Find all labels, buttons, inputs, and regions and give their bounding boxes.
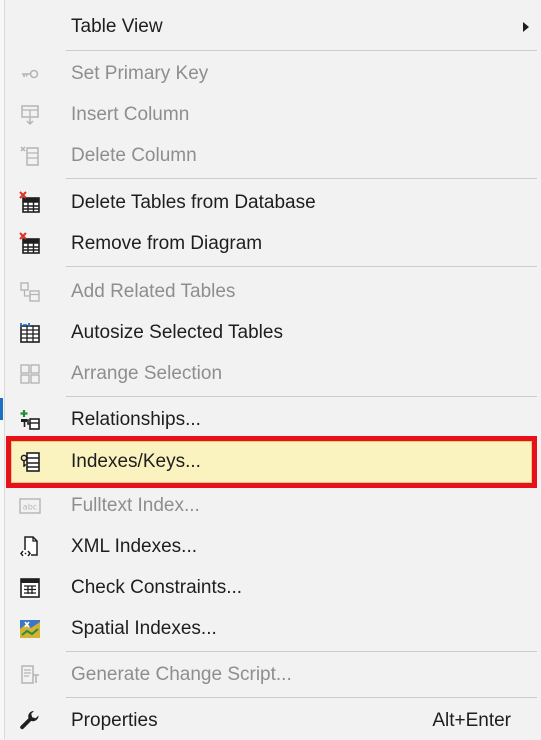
indexes-keys-icon [18,450,42,474]
menu-separator [66,396,537,397]
menu-item-delete-tables-from-database[interactable]: Delete Tables from Database [6,184,537,222]
delete-column-icon [18,144,42,168]
wrench-icon [18,709,42,733]
menu-item-label: Relationships... [71,409,201,430]
menu-item-indexes-keys[interactable]: Indexes/Keys... [6,443,537,481]
menu-separator [66,178,537,179]
key-icon [18,62,42,86]
menu-separator [66,651,537,652]
menu-item-spatial-indexes[interactable]: Spatial Indexes... [6,610,537,648]
menu-item-label: Spatial Indexes... [71,618,217,639]
xml-indexes-icon [18,535,42,559]
check-constraints-icon [18,576,42,600]
menu-item-remove-from-diagram[interactable]: Remove from Diagram [6,225,537,263]
menu-item-add-related-tables[interactable]: Add Related Tables [6,273,537,311]
menu-item-autosize-selected-tables[interactable]: Autosize Selected Tables [6,314,537,352]
menu-item-label: Autosize Selected Tables [71,322,283,343]
arrange-selection-icon [18,362,42,386]
spatial-indexes-icon [18,617,42,641]
menu-item-insert-column[interactable]: Insert Column [6,96,537,134]
menu-item-label: Indexes/Keys... [71,451,201,472]
menu-item-properties[interactable]: Properties Alt+Enter [6,702,537,740]
remove-table-icon [18,232,42,256]
menu-item-label: Generate Change Script... [71,664,292,685]
menu-item-label: Add Related Tables [71,281,236,302]
add-related-tables-icon [18,280,42,304]
menu-item-label: Remove from Diagram [71,233,263,254]
context-menu: Table View Set Primary Key Insert Column [0,0,541,739]
menu-item-label: Set Primary Key [71,63,209,84]
menu-item-label: Table View [71,16,163,37]
menu-item-label: Fulltext Index... [71,495,200,516]
menu-item-label: Insert Column [71,104,190,125]
menu-item-arrange-selection[interactable]: Arrange Selection [6,355,537,393]
menu-item-set-primary-key[interactable]: Set Primary Key [6,55,537,93]
menu-item-table-view[interactable]: Table View [6,8,537,46]
menu-item-delete-column[interactable]: Delete Column [6,137,537,175]
shortcut-text: Alt+Enter [432,710,511,731]
menu-item-label: Check Constraints... [71,577,243,598]
menu-item-label: Properties [71,710,158,731]
menu-item-label: Delete Column [71,145,197,166]
menu-item-fulltext-index[interactable]: abc Fulltext Index... [6,487,537,525]
background-window-marker [0,398,3,420]
menu-item-label: Delete Tables from Database [71,192,316,213]
svg-text:abc: abc [23,503,37,512]
fulltext-index-icon: abc [18,494,42,518]
menu-item-label: XML Indexes... [71,536,198,557]
delete-table-icon [18,191,42,215]
menu-separator [66,266,537,267]
menu-item-check-constraints[interactable]: Check Constraints... [6,569,537,607]
generate-script-icon [18,663,42,687]
menu-item-xml-indexes[interactable]: XML Indexes... [6,528,537,566]
menu-item-relationships[interactable]: Relationships... [6,401,537,439]
autosize-table-icon [18,321,42,345]
menu-separator [66,697,537,698]
submenu-arrow-icon [523,22,529,32]
menu-separator [66,50,537,51]
background-window-edge [0,0,5,739]
menu-item-label: Arrange Selection [71,363,223,384]
insert-column-icon [18,103,42,127]
relationships-icon [18,408,42,432]
menu-item-generate-change-script[interactable]: Generate Change Script... [6,656,537,694]
